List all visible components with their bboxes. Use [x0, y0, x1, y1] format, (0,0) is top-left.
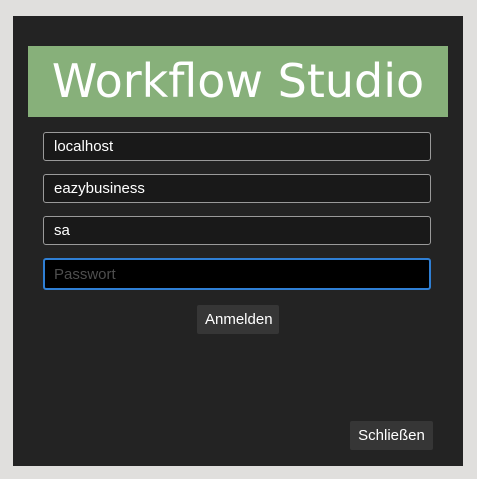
app-title-banner: Workflow Studio — [28, 46, 448, 117]
close-button[interactable]: Schließen — [350, 421, 433, 450]
login-dialog: Workflow Studio Anmelden Schließen — [13, 16, 463, 466]
server-input[interactable] — [43, 132, 431, 161]
database-input[interactable] — [43, 174, 431, 203]
username-input[interactable] — [43, 216, 431, 245]
password-input[interactable] — [43, 258, 431, 290]
login-button[interactable]: Anmelden — [197, 305, 279, 334]
